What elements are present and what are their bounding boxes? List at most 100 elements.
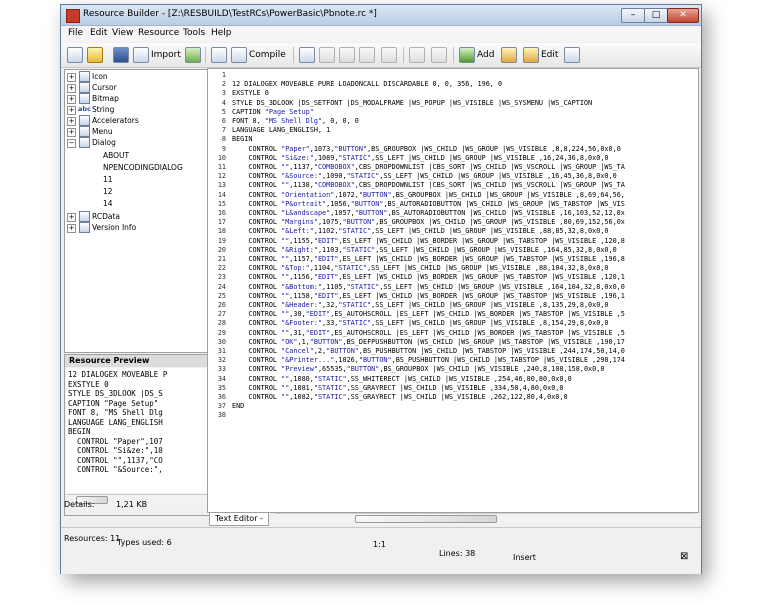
code-line[interactable]: CONTROL "Margins",1075,"BUTTON",BS_GROUP… bbox=[232, 218, 625, 227]
menu-file[interactable]: File bbox=[68, 28, 83, 38]
menu-help[interactable]: Help bbox=[211, 28, 232, 38]
tree-node-dialog-11[interactable]: 11 bbox=[103, 174, 113, 185]
compile-button[interactable]: Compile bbox=[231, 46, 286, 64]
text-editor[interactable]: 1 2 3 4 5 6 7 8 9 10 11 12 13 14 15 16 17 18 19 20 21 22 23 24 2… bbox=[207, 68, 699, 513]
code-line[interactable]: CONTROL "L&andscape",1057,"BUTTON",BS_AU… bbox=[232, 209, 625, 218]
code-line[interactable]: CONTROL "&Left:",1102,"STATIC",SS_LEFT |… bbox=[232, 227, 608, 236]
export-button[interactable] bbox=[185, 46, 201, 64]
expand-plus-icon[interactable]: + bbox=[67, 224, 76, 233]
code-line[interactable]: 12 DIALOGEX MOVEABLE PURE LOADONCALL DIS… bbox=[232, 80, 502, 89]
menu-resource[interactable]: Resource bbox=[138, 28, 179, 38]
paste-button[interactable] bbox=[359, 46, 375, 64]
code-line[interactable]: CONTROL "",31,"EDIT",ES_AUTOHSCROLL |ES_… bbox=[232, 329, 625, 338]
editor-horizontal-scrollbar[interactable] bbox=[275, 513, 695, 524]
import-button[interactable]: Import bbox=[133, 46, 181, 64]
expand-plus-icon[interactable]: + bbox=[67, 106, 76, 115]
tree-node-dialog-14[interactable]: 14 bbox=[103, 198, 113, 209]
tree-node-dialog-12[interactable]: 12 bbox=[103, 186, 113, 197]
properties-icon bbox=[564, 46, 580, 63]
copy-button[interactable] bbox=[339, 46, 355, 64]
code-line[interactable]: CONTROL "Preview",65535,"BUTTON",BS_GROU… bbox=[232, 365, 604, 374]
export-icon bbox=[185, 46, 201, 63]
line-number: 34 bbox=[217, 374, 226, 383]
menu-tools[interactable]: Tools bbox=[183, 28, 205, 38]
code-line[interactable]: EXSTYLE 0 bbox=[232, 89, 269, 98]
preview-line: CONTROL "",1137,"CO bbox=[68, 455, 163, 465]
save-button[interactable] bbox=[113, 46, 129, 64]
code-line[interactable]: CONTROL "&Bottom:",1105,"STATIC",SS_LEFT… bbox=[232, 283, 625, 292]
open-folder-icon bbox=[87, 46, 103, 63]
close-document-icon[interactable]: ⊠ bbox=[680, 551, 688, 562]
code-line[interactable]: CONTROL "&Source:",1090,"STATIC",SS_LEFT… bbox=[232, 172, 616, 181]
redo-button[interactable] bbox=[431, 46, 447, 64]
code-line[interactable]: CONTROL "",30,"EDIT",ES_AUTOHSCROLL |ES_… bbox=[232, 310, 625, 319]
undo-button[interactable] bbox=[409, 46, 425, 64]
menu-view[interactable]: View bbox=[112, 28, 133, 38]
expand-plus-icon[interactable]: + bbox=[67, 95, 76, 104]
tree-node-label: Bitmap bbox=[92, 94, 119, 103]
line-number: 31 bbox=[217, 347, 226, 355]
tree-node-dialog-about[interactable]: ABOUT bbox=[103, 150, 129, 161]
maximize-button[interactable]: □ bbox=[644, 8, 668, 23]
code-line[interactable]: FONT 8, "MS Shell Dlg", 0, 0, 0 bbox=[232, 117, 359, 126]
new-button[interactable] bbox=[67, 46, 83, 64]
expand-plus-icon[interactable]: + bbox=[67, 84, 76, 93]
code-line[interactable]: CONTROL "&Footer:",33,"STATIC",SS_LEFT |… bbox=[232, 319, 608, 328]
resource-preview-text[interactable]: 12 DIALOGEX MOVEABLE P EXSTYLE 0 STYLE DS_… bbox=[66, 368, 226, 493]
preview-line: CONTROL "Paper",107 bbox=[68, 436, 163, 446]
code-line[interactable]: CONTROL "",1158,"EDIT",ES_LEFT |WS_CHILD… bbox=[232, 292, 625, 301]
scrollbar-thumb[interactable] bbox=[355, 515, 497, 523]
code-line[interactable]: CONTROL "",1082,"STATIC",SS_GRAYRECT |WS… bbox=[232, 393, 567, 402]
status-resources: Resources: 11 bbox=[64, 534, 121, 543]
code-line[interactable]: CONTROL "Paper",1073,"BUTTON",BS_GROUPBO… bbox=[232, 145, 620, 154]
code-line[interactable]: CONTROL "",1137,"COMBOBOX",CBS_DROPDOWNL… bbox=[232, 163, 625, 172]
code-line[interactable]: CONTROL "&Right:",1103,"STATIC",SS_LEFT … bbox=[232, 246, 616, 255]
code-line[interactable]: CONTROL "",1138,"COMBOBOX",CBS_DROPDOWNL… bbox=[232, 181, 625, 190]
edit-button[interactable]: Edit bbox=[523, 46, 558, 64]
line-number: 37 bbox=[217, 402, 226, 411]
code-line[interactable]: CONTROL "Cancel",2,"BUTTON",BS_PUSHBUTTO… bbox=[232, 347, 625, 356]
tab-text-editor-12[interactable]: Text Editor - 12 bbox=[209, 513, 269, 535]
expand-plus-icon[interactable]: + bbox=[67, 213, 76, 222]
delete-button[interactable] bbox=[381, 46, 397, 64]
code-line[interactable]: CONTROL "P&ortrait",1056,"BUTTON",BS_AUT… bbox=[232, 200, 625, 209]
expand-plus-icon[interactable]: + bbox=[67, 73, 76, 82]
expand-plus-icon[interactable]: + bbox=[67, 128, 76, 137]
rename-button[interactable] bbox=[501, 46, 517, 64]
add-button[interactable]: Add bbox=[459, 46, 494, 64]
code-line[interactable]: CONTROL "",1156,"EDIT",ES_LEFT |WS_CHILD… bbox=[232, 273, 625, 282]
code-line[interactable]: CONTROL "Si&ze:",1089,"STATIC",SS_LEFT |… bbox=[232, 154, 608, 163]
properties-button[interactable] bbox=[564, 46, 580, 64]
line-number: 23 bbox=[217, 273, 226, 282]
code-line[interactable]: CONTROL "OK",1,"BUTTON",BS_DEFPUSHBUTTON… bbox=[232, 338, 625, 347]
copy-resource-button[interactable] bbox=[211, 46, 227, 64]
code-line[interactable]: STYLE DS_3DLOOK |DS_SETFONT |DS_MODALFRA… bbox=[232, 99, 592, 108]
minimize-button[interactable]: – bbox=[621, 8, 645, 23]
code-line[interactable]: CONTROL "&Printer...",1026,"BUTTON",BS_P… bbox=[232, 356, 625, 365]
preview-line: FONT 8, "MS Shell Dlg bbox=[68, 408, 163, 417]
line-number: 35 bbox=[217, 383, 226, 392]
code-line[interactable]: CAPTION "Page Setup" bbox=[232, 108, 314, 117]
code-line[interactable]: CONTROL "",1080,"STATIC",SS_WHITERECT |W… bbox=[232, 375, 571, 384]
code-line[interactable]: CONTROL "&Top:",1104,"STATIC",SS_LEFT |W… bbox=[232, 264, 608, 273]
code-line[interactable]: LANGUAGE LANG_ENGLISH, 1 bbox=[232, 126, 330, 135]
print-button[interactable] bbox=[299, 46, 315, 64]
menu-edit[interactable]: Edit bbox=[90, 28, 107, 38]
code-line[interactable]: CONTROL "Orientation",1072,"BUTTON",BS_G… bbox=[232, 191, 625, 200]
code-line[interactable]: CONTROL "&Header:",32,"STATIC",SS_LEFT |… bbox=[232, 301, 608, 310]
code-line[interactable]: CONTROL "",1157,"EDIT",ES_LEFT |WS_CHILD… bbox=[232, 255, 625, 264]
close-button[interactable]: ✕ bbox=[667, 8, 699, 23]
code-line[interactable]: END bbox=[232, 402, 244, 411]
dialog-icon bbox=[79, 137, 90, 148]
tree-node-dialog-npencodingdialog[interactable]: NPENCODINGDIALOG bbox=[103, 162, 183, 173]
code-line[interactable]: CONTROL "",1081,"STATIC",SS_GRAYRECT |WS… bbox=[232, 384, 563, 393]
open-button[interactable] bbox=[87, 46, 103, 64]
tree-node-label: Dialog bbox=[92, 138, 116, 147]
code-line[interactable]: BEGIN bbox=[232, 135, 252, 144]
collapse-minus-icon[interactable]: − bbox=[67, 139, 76, 148]
title-bar[interactable]: Resource Builder - [Z:\RESBUILD\TestRCs\… bbox=[61, 5, 701, 26]
expand-plus-icon[interactable]: + bbox=[67, 117, 76, 126]
code-line[interactable]: CONTROL "",1155,"EDIT",ES_LEFT |WS_CHILD… bbox=[232, 237, 625, 246]
tree-node-label: RCData bbox=[92, 212, 120, 221]
cut-button[interactable] bbox=[319, 46, 335, 64]
